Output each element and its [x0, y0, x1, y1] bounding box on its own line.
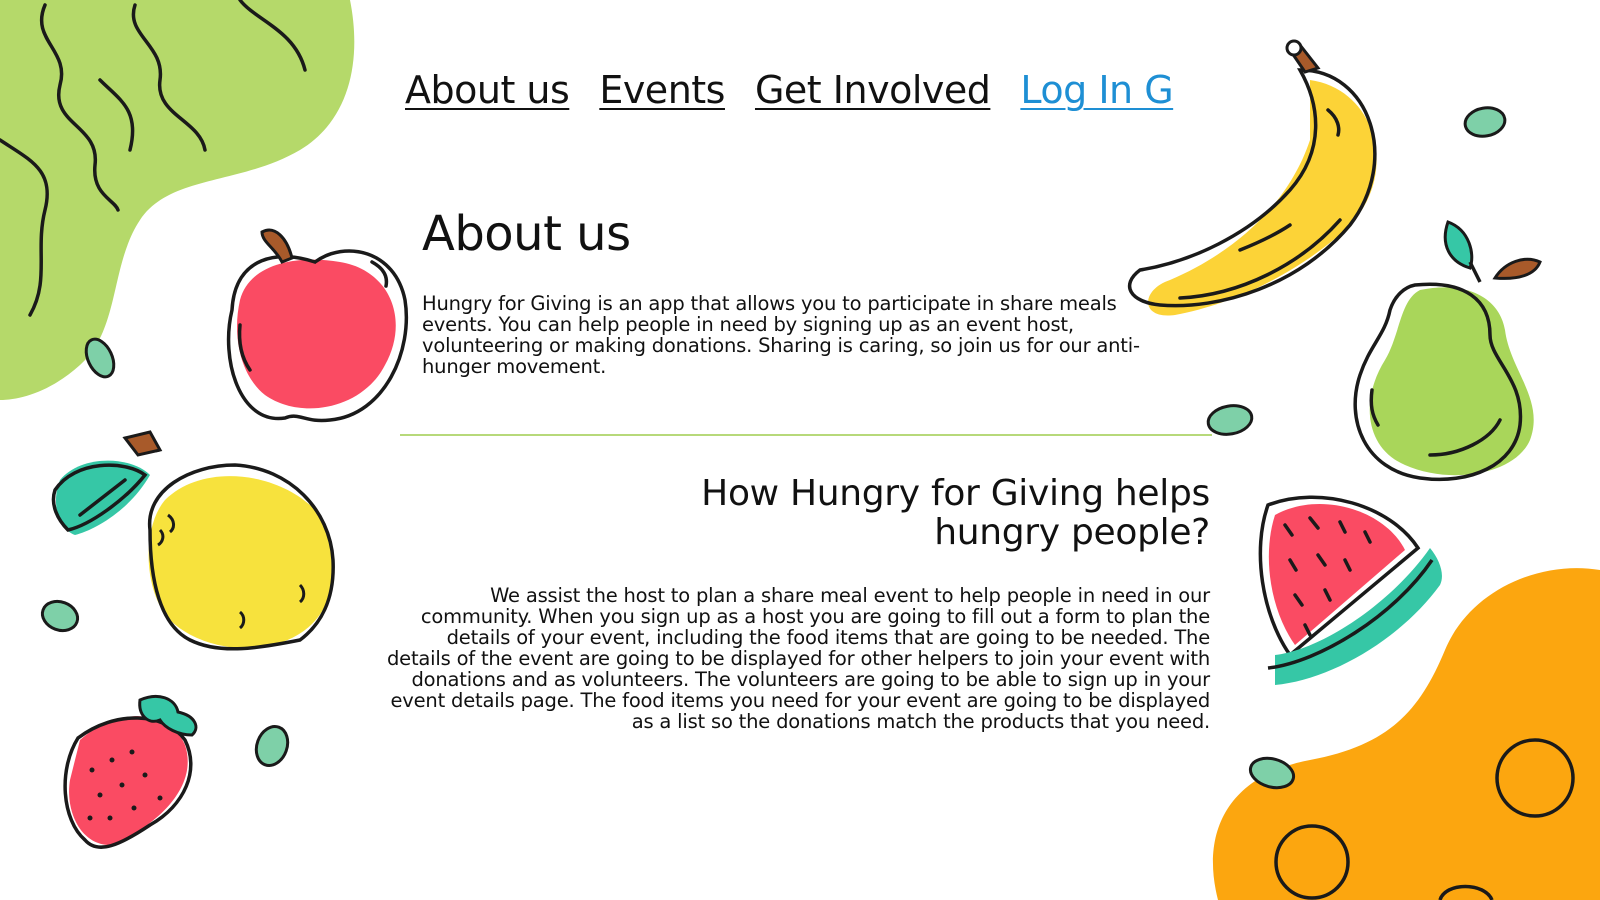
nav-events[interactable]: Events [599, 68, 725, 112]
about-description: Hungry for Giving is an app that allows … [422, 292, 1140, 378]
watermelon-icon [1258, 495, 1442, 685]
about-title: About us [422, 206, 631, 262]
pear-icon [1353, 220, 1542, 482]
section-divider [400, 434, 1212, 436]
nav-get-involved[interactable]: Get Involved [755, 68, 991, 112]
how-it-helps-title: How Hungry for Giving helps hungry peopl… [701, 473, 1210, 553]
nav-log-in[interactable]: Log In G [1020, 68, 1173, 112]
nav-about-us[interactable]: About us [405, 68, 570, 112]
fruit-background [0, 0, 1600, 900]
apple-icon [226, 228, 409, 423]
how-it-helps-description: We assist the host to plan a share meal … [387, 584, 1210, 733]
main-nav: About us Events Get Involved Log In G [405, 68, 1174, 112]
lemon-icon [51, 430, 335, 651]
strawberry-icon [63, 695, 198, 849]
